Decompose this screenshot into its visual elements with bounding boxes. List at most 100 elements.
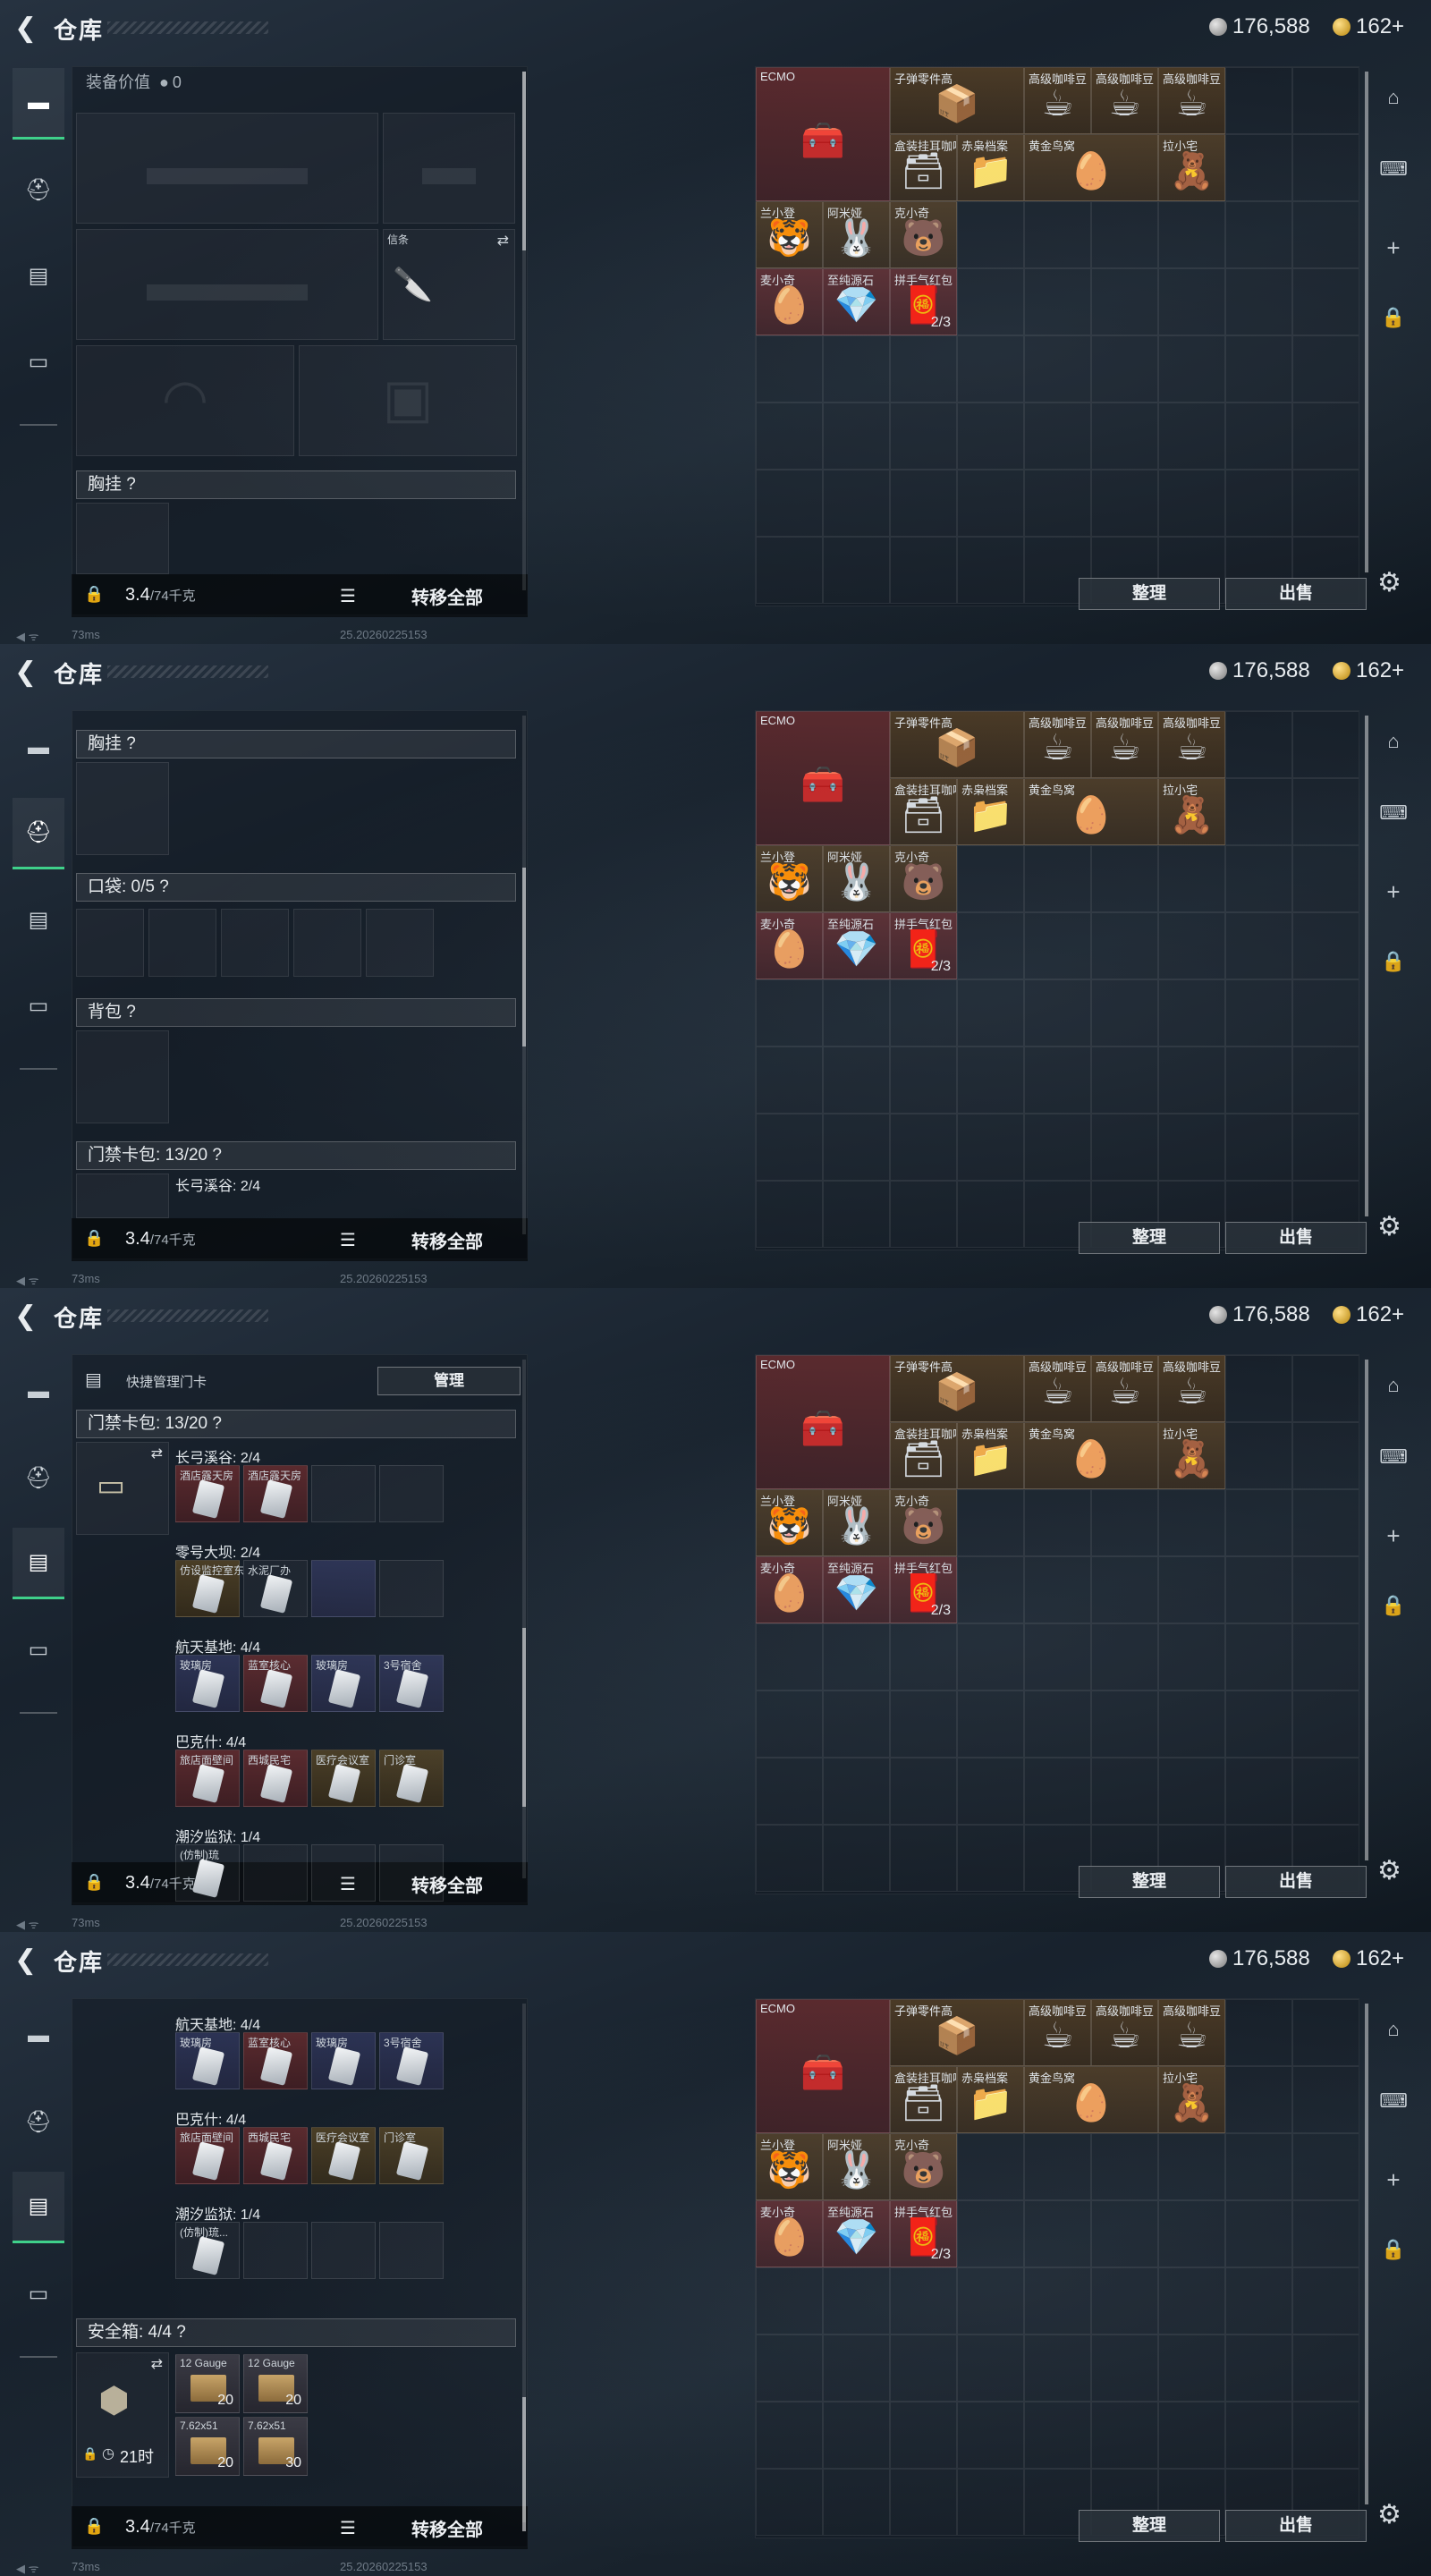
stash-slot[interactable] bbox=[1292, 2066, 1359, 2133]
sort-button[interactable]: 整理 bbox=[1079, 1866, 1220, 1898]
tab-weapons[interactable]: ▬ bbox=[13, 68, 64, 140]
stash-slot[interactable] bbox=[1158, 1114, 1225, 1181]
stash-slot[interactable] bbox=[890, 1758, 957, 1825]
stash-slot[interactable] bbox=[756, 402, 823, 470]
stash-slot[interactable] bbox=[1292, 1114, 1359, 1181]
keycard-slot[interactable] bbox=[311, 1465, 376, 1522]
stash-slot[interactable] bbox=[1292, 2133, 1359, 2200]
stash-slot[interactable] bbox=[823, 537, 890, 604]
keycard-slot[interactable]: 西城民宅 bbox=[243, 1750, 308, 1807]
safe-box-slot[interactable]: ⬢ 🔒 ◷ 21时 ⇄ bbox=[76, 2352, 169, 2478]
stash-slot[interactable] bbox=[1225, 1355, 1292, 1422]
keycard-slot[interactable] bbox=[379, 2222, 444, 2279]
stash-slot[interactable] bbox=[890, 1690, 957, 1758]
stash-slot[interactable] bbox=[756, 1690, 823, 1758]
weight-lock-icon[interactable]: 🔒 bbox=[84, 585, 104, 605]
keycard-slot[interactable]: 水泥厂办 bbox=[243, 1560, 308, 1617]
keycard-slot[interactable]: 门诊室 bbox=[379, 2127, 444, 2184]
stash-slot[interactable] bbox=[1091, 2402, 1158, 2469]
stash-slot[interactable] bbox=[1292, 268, 1359, 335]
item-amiya-figure[interactable]: 阿米娅 🐰 bbox=[823, 2133, 890, 2200]
stash-scrollbar[interactable] bbox=[1365, 2004, 1368, 2504]
plus-icon[interactable]: + bbox=[1374, 234, 1413, 262]
stash-slot[interactable] bbox=[1158, 268, 1225, 335]
tab-safebox[interactable]: ▭ bbox=[13, 2258, 64, 2329]
storage-icon[interactable]: ⌂ bbox=[1374, 730, 1413, 753]
item-bullet-parts[interactable]: 子弹零件高 📦 bbox=[890, 711, 1024, 778]
stash-slot[interactable] bbox=[1158, 2402, 1225, 2469]
item-amiya-figure[interactable]: 阿米娅 🐰 bbox=[823, 201, 890, 268]
keycard-slot[interactable]: 酒店露天房 bbox=[243, 1465, 308, 1522]
stash-slot[interactable] bbox=[1292, 335, 1359, 402]
stash-slot[interactable] bbox=[1292, 470, 1359, 537]
stash-slot[interactable] bbox=[1158, 2133, 1225, 2200]
stash-slot[interactable] bbox=[1158, 2200, 1225, 2267]
stash-slot[interactable] bbox=[1225, 2066, 1292, 2133]
stash-slot[interactable] bbox=[1024, 268, 1091, 335]
stash-slot[interactable] bbox=[1292, 979, 1359, 1046]
stash-slot[interactable] bbox=[890, 537, 957, 604]
stash-slot[interactable] bbox=[957, 1825, 1024, 1892]
item-amiya-figure[interactable]: 阿米娅 🐰 bbox=[823, 845, 890, 912]
weight-lock-icon[interactable]: 🔒 bbox=[84, 1229, 104, 1249]
stash-slot[interactable] bbox=[890, 1114, 957, 1181]
primary-weapon-slot[interactable]: ▬▬▬ bbox=[76, 113, 378, 224]
stash-slot[interactable] bbox=[957, 2267, 1024, 2334]
stash-slot[interactable] bbox=[1024, 1758, 1091, 1825]
plus-icon[interactable]: + bbox=[1374, 1522, 1413, 1550]
storage-icon[interactable]: ⌂ bbox=[1374, 1374, 1413, 1397]
stash-slot[interactable] bbox=[890, 1046, 957, 1114]
loadout-scroll-thumb[interactable] bbox=[522, 868, 526, 1046]
stash-slot[interactable] bbox=[1024, 2334, 1091, 2402]
armor-slot[interactable]: ▣ bbox=[299, 345, 517, 456]
item-coffee-beans-2[interactable]: 高级咖啡豆 ☕ bbox=[1091, 1999, 1158, 2066]
secondary-weapon-slot[interactable]: ▬▬▬ bbox=[76, 229, 378, 340]
stash-slot[interactable] bbox=[957, 2469, 1024, 2536]
stash-slot[interactable] bbox=[1024, 1114, 1091, 1181]
stash-slot[interactable] bbox=[1024, 1690, 1091, 1758]
plus-icon[interactable]: + bbox=[1374, 878, 1413, 906]
stash-slot[interactable] bbox=[756, 1181, 823, 1248]
keycard-slot[interactable]: 医疗会议室 bbox=[311, 1750, 376, 1807]
stash-slot[interactable] bbox=[890, 1825, 957, 1892]
stash-slot[interactable] bbox=[957, 268, 1024, 335]
stash-slot[interactable] bbox=[1158, 1758, 1225, 1825]
item-coffee-beans-1[interactable]: 高级咖啡豆 ☕ bbox=[1024, 1999, 1091, 2066]
stash-slot[interactable] bbox=[1091, 1556, 1158, 1623]
stash-slot[interactable] bbox=[756, 2402, 823, 2469]
stash-slot[interactable] bbox=[1024, 979, 1091, 1046]
stash-slot[interactable] bbox=[1292, 2334, 1359, 2402]
item-coffee-beans-3[interactable]: 高级咖啡豆 ☕ bbox=[1158, 67, 1225, 134]
stash-slot[interactable] bbox=[1158, 1046, 1225, 1114]
stash-slot[interactable] bbox=[957, 537, 1024, 604]
pocket-slot[interactable] bbox=[293, 909, 361, 977]
item-mai-xiaoqi-figure[interactable]: 麦小奇 🥚 bbox=[756, 1556, 823, 1623]
stash-slot[interactable] bbox=[957, 335, 1024, 402]
stash-slot[interactable] bbox=[1091, 2133, 1158, 2200]
tab-armor[interactable]: ⛑ bbox=[13, 2086, 64, 2157]
stash-slot[interactable] bbox=[1292, 2402, 1359, 2469]
stash-slot[interactable] bbox=[1158, 2334, 1225, 2402]
weight-lock-icon[interactable]: 🔒 bbox=[84, 2517, 104, 2537]
stash-scrollbar[interactable] bbox=[1365, 72, 1368, 572]
item-red-envelope[interactable]: 拼手气红包 🧧 2/3 bbox=[890, 912, 957, 979]
stash-slot[interactable] bbox=[756, 979, 823, 1046]
stash-slot[interactable] bbox=[756, 1825, 823, 1892]
stash-scrollbar[interactable] bbox=[1365, 716, 1368, 1216]
stash-slot[interactable] bbox=[1091, 1623, 1158, 1690]
tab-keycards[interactable]: ▤ bbox=[13, 2172, 64, 2243]
stash-slot[interactable] bbox=[823, 402, 890, 470]
stash-slot[interactable] bbox=[1091, 2267, 1158, 2334]
stash-slot[interactable] bbox=[1024, 1556, 1091, 1623]
list-icon[interactable]: ☰ bbox=[340, 2517, 356, 2539]
stash-slot[interactable] bbox=[1091, 402, 1158, 470]
stash-slot[interactable] bbox=[1158, 845, 1225, 912]
stash-slot[interactable] bbox=[1225, 1114, 1292, 1181]
stash-slot[interactable] bbox=[1225, 1422, 1292, 1489]
loadout-scroll-thumb[interactable] bbox=[522, 72, 526, 250]
stash-slot[interactable] bbox=[1158, 2267, 1225, 2334]
stash-slot[interactable] bbox=[1225, 778, 1292, 845]
ammo-item[interactable]: 7.62x51 20 bbox=[175, 2417, 240, 2476]
item-boxed-coffee[interactable]: 盒装挂耳咖啡🗃 bbox=[890, 1422, 957, 1489]
stash-slot[interactable] bbox=[1158, 979, 1225, 1046]
